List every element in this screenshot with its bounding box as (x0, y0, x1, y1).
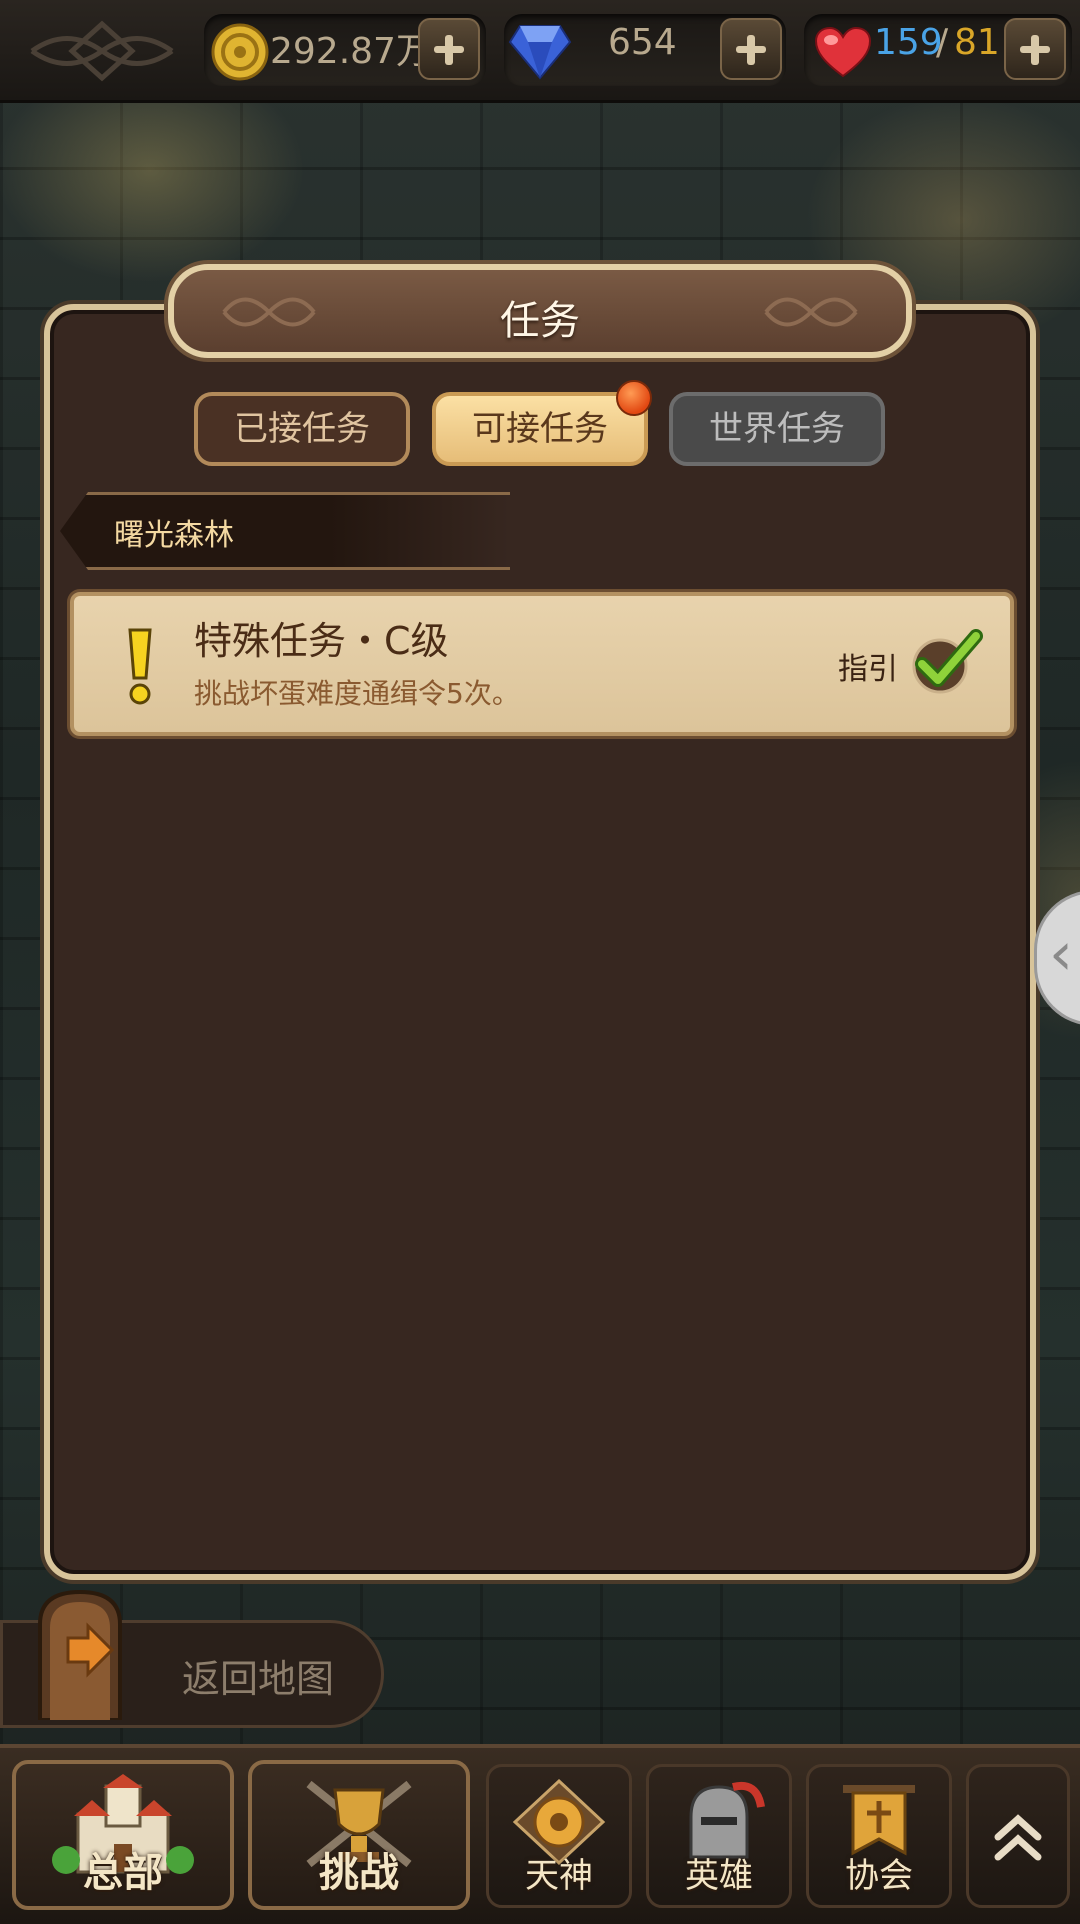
add-stamina-button[interactable] (1004, 18, 1066, 80)
stamina-separator: / (936, 22, 949, 63)
nav-headquarters-label: 总部 (83, 1850, 163, 1896)
gold-coin-icon (211, 23, 269, 81)
tab-accepted-quests[interactable]: 已接任务 (194, 392, 410, 466)
check-icon[interactable] (910, 626, 984, 696)
page-title: 任务 (500, 298, 580, 344)
nav-heroes-label: 英雄 (685, 1856, 753, 1896)
add-gold-button[interactable] (418, 18, 480, 80)
nav-headquarters[interactable]: 总部 (12, 1760, 234, 1910)
gem-amount: 654 (608, 22, 677, 63)
nav-deity[interactable]: 天神 (486, 1764, 632, 1908)
stamina-max: 81 (954, 22, 1000, 63)
return-to-map-label: 返回地图 (182, 1657, 335, 1701)
chevron-left-icon: ‹ (1049, 919, 1073, 989)
nav-deity-label: 天神 (525, 1856, 593, 1896)
nav-guild[interactable]: 协会 (806, 1764, 952, 1908)
nav-challenge-label: 挑战 (319, 1850, 399, 1896)
heart-icon (814, 26, 872, 78)
ornament-emblem-icon (30, 20, 174, 82)
tab-world-quests[interactable]: 世界任务 (669, 392, 885, 466)
resource-bar: 292.87万 654 159 / 81 (0, 0, 1080, 103)
gold-amount: 292.87万 (270, 31, 432, 72)
quest-title: 特殊任务・C级 (194, 619, 449, 663)
quest-guide-label[interactable]: 指引 (838, 644, 898, 688)
nav-challenge[interactable]: 挑战 (248, 1760, 470, 1910)
nav-heroes[interactable]: 英雄 (646, 1764, 792, 1908)
nav-expand-button[interactable] (966, 1764, 1070, 1908)
double-chevron-up-icon (994, 1814, 1042, 1861)
stamina-current: 159 (874, 22, 943, 63)
notification-dot (616, 380, 652, 416)
door-exit-icon (38, 1589, 122, 1720)
exclamation-icon (128, 628, 152, 705)
quest-description: 挑战坏蛋难度通缉令5次。 (194, 677, 520, 710)
panel-title-plate: 任务 (168, 264, 912, 358)
diamond-icon (508, 25, 572, 80)
tab-available-quests[interactable]: 可接任务 (432, 392, 648, 466)
add-gems-button[interactable] (720, 18, 782, 80)
region-name: 曙光森林 (114, 518, 234, 553)
nav-guild-label: 协会 (845, 1856, 913, 1896)
